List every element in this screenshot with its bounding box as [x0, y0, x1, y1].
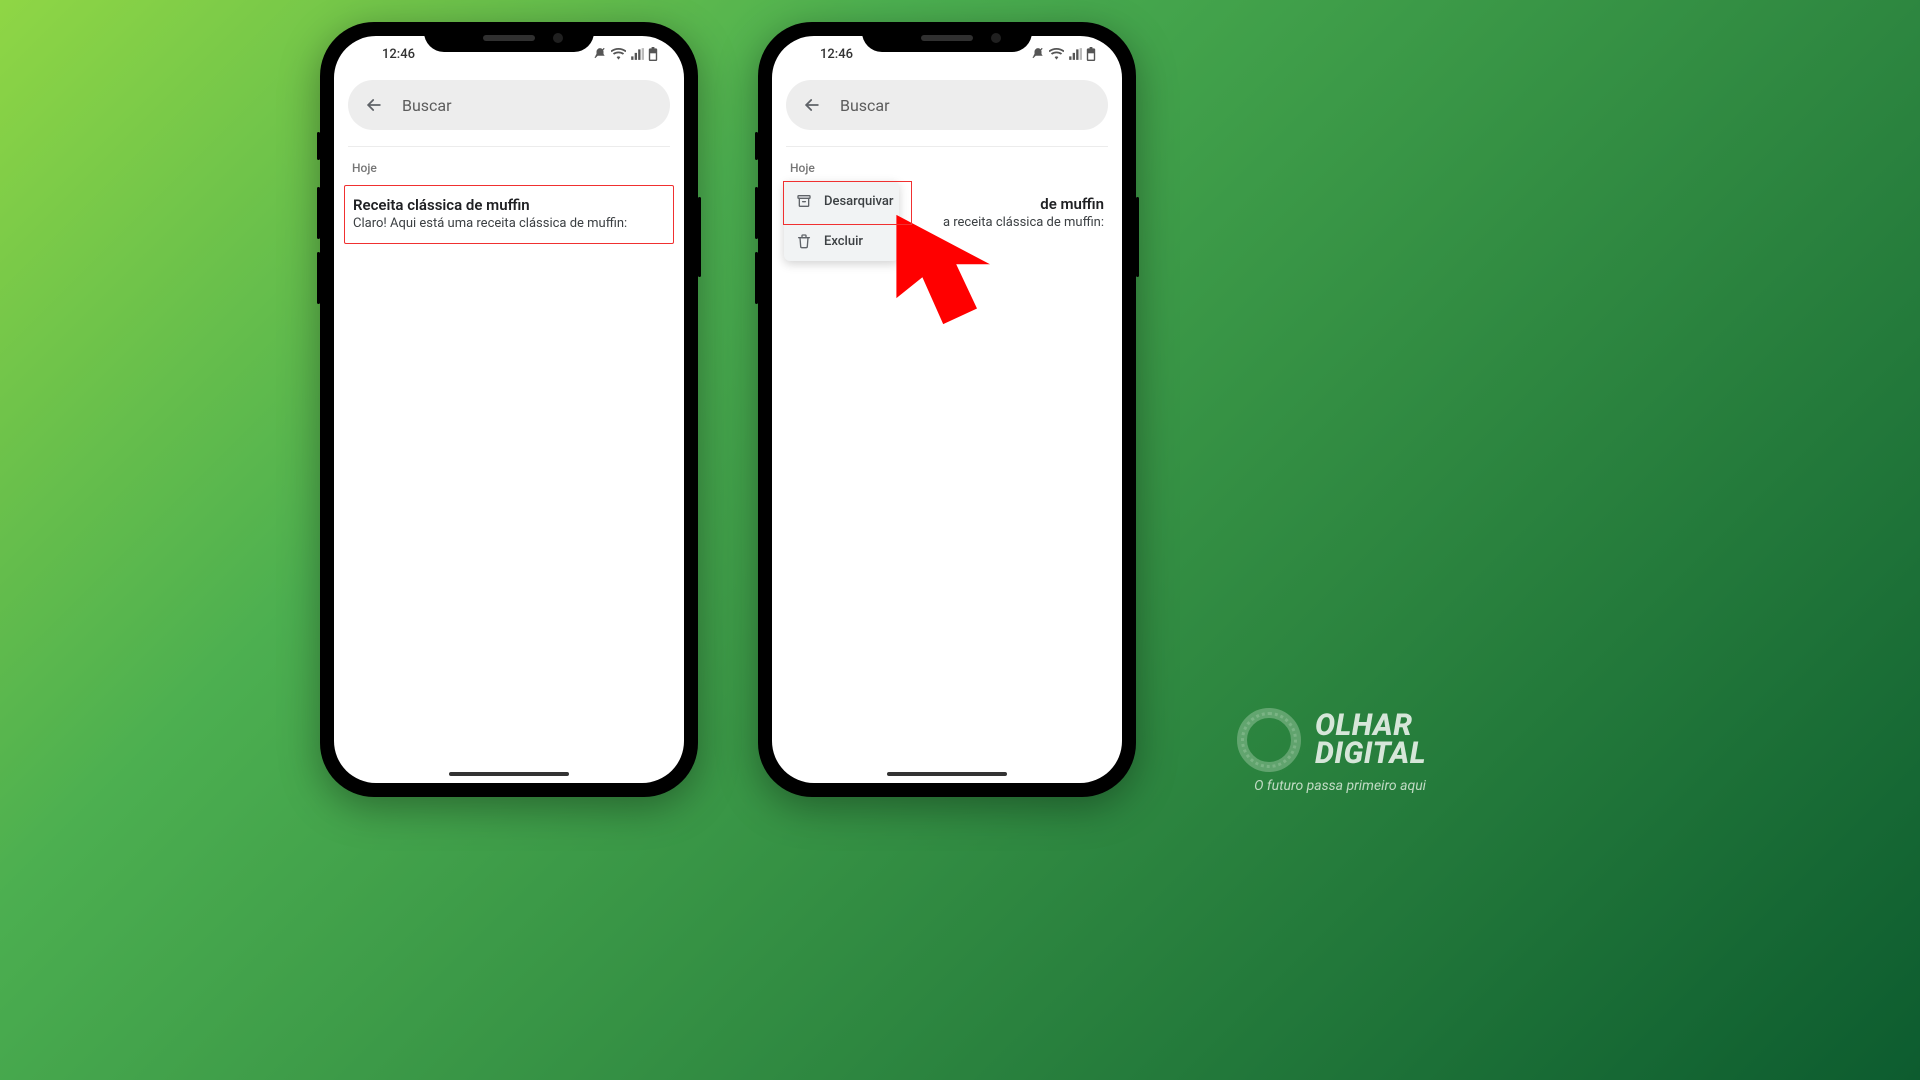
- divider: [348, 146, 670, 147]
- home-indicator[interactable]: [449, 772, 569, 776]
- menu-item-delete[interactable]: Excluir: [784, 221, 899, 261]
- chat-item-subtitle: Claro! Aqui está uma receita clássica de…: [353, 216, 665, 231]
- divider: [786, 146, 1108, 147]
- phone-side-button: [755, 132, 758, 160]
- battery-icon: [1086, 47, 1096, 61]
- back-button[interactable]: [364, 95, 384, 115]
- status-bar: 12:46: [772, 36, 1122, 72]
- trash-icon: [796, 233, 812, 249]
- status-time: 12:46: [356, 47, 415, 62]
- search-placeholder: Buscar: [402, 96, 452, 115]
- brand-logo-icon: [1237, 708, 1301, 772]
- status-icons: [593, 47, 662, 61]
- phone-camera: [553, 33, 563, 43]
- status-icons: [1031, 47, 1100, 61]
- bell-off-icon: [593, 47, 607, 61]
- phone-screen-right: 12:46 Buscar Hoje de muffin: [772, 36, 1122, 783]
- wifi-icon: [1049, 48, 1064, 60]
- brand-watermark: OLHAR DIGITAL O futuro passa primeiro aq…: [1237, 708, 1426, 794]
- phone-side-button: [317, 252, 320, 304]
- phone-side-button: [698, 197, 701, 277]
- chat-item-title: Receita clássica de muffin: [353, 196, 665, 214]
- signal-icon: [630, 48, 644, 60]
- phone-side-button: [755, 252, 758, 304]
- battery-icon: [648, 47, 658, 61]
- section-label: Hoje: [790, 161, 1104, 175]
- home-indicator[interactable]: [887, 772, 1007, 776]
- brand-name: OLHAR DIGITAL: [1315, 712, 1426, 769]
- context-menu: Desarquivar Excluir: [784, 181, 899, 261]
- phone-frame-left: 12:46 Buscar Hoje Receita clássica de mu…: [320, 22, 698, 797]
- phone-side-button: [317, 132, 320, 160]
- arrow-left-icon: [802, 95, 822, 115]
- wifi-icon: [611, 48, 626, 60]
- arrow-left-icon: [364, 95, 384, 115]
- section-label: Hoje: [352, 161, 666, 175]
- phone-speaker: [483, 35, 535, 41]
- phone-speaker: [921, 35, 973, 41]
- phones-row: 12:46 Buscar Hoje Receita clássica de mu…: [0, 22, 1456, 797]
- back-button[interactable]: [802, 95, 822, 115]
- search-bar[interactable]: Buscar: [348, 80, 670, 130]
- phone-side-button: [317, 187, 320, 239]
- status-time: 12:46: [794, 47, 853, 62]
- menu-item-label: Excluir: [824, 234, 863, 249]
- phone-screen-left: 12:46 Buscar Hoje Receita clássica de mu…: [334, 36, 684, 783]
- phone-side-button: [755, 187, 758, 239]
- chat-list-item[interactable]: Receita clássica de muffin Claro! Aqui e…: [344, 185, 674, 244]
- phone-frame-right: 12:46 Buscar Hoje de muffin: [758, 22, 1136, 797]
- phone-camera: [991, 33, 1001, 43]
- phone-side-button: [1136, 197, 1139, 277]
- menu-item-label: Desarquivar: [824, 194, 893, 209]
- search-placeholder: Buscar: [840, 96, 890, 115]
- bell-off-icon: [1031, 47, 1045, 61]
- signal-icon: [1068, 48, 1082, 60]
- status-bar: 12:46: [334, 36, 684, 72]
- menu-item-unarchive[interactable]: Desarquivar: [784, 181, 899, 221]
- archive-icon: [796, 193, 812, 209]
- brand-tagline: O futuro passa primeiro aqui: [1254, 778, 1426, 794]
- search-bar[interactable]: Buscar: [786, 80, 1108, 130]
